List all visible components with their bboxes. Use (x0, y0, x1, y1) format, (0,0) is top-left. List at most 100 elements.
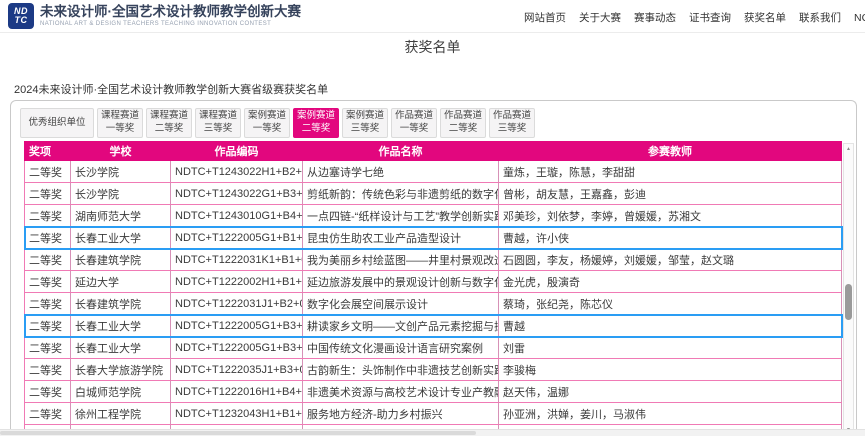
table-row: 二等奖长沙学院NDTC+T1243022H1+B2+002从边塞诗学七绝童炼，王… (25, 161, 842, 183)
tab[interactable]: 优秀组织单位 (20, 108, 94, 138)
code-cell: NDTC+T1243022G1+B3+002 (171, 183, 303, 205)
horizontal-scrollbar[interactable] (0, 429, 865, 436)
table-row: 二等奖长春建筑学院NDTC+T1222031K1+B1+002我为美丽乡村绘蓝图… (25, 249, 842, 271)
title-cell: 昆虫仿生助农工业产品造型设计 (303, 227, 499, 249)
column-header: 学校 (71, 142, 171, 161)
title-cell: 中国传统文化漫画设计语言研究案例 (303, 337, 499, 359)
vertical-scrollbar-thumb[interactable] (845, 284, 852, 320)
tab[interactable]: 课程赛道三等奖 (195, 108, 241, 138)
tab-label: 作品赛道 (444, 110, 482, 123)
teachers-cell: 童炼，王璇，陈慧，李甜甜 (499, 161, 842, 183)
code-cell: NDTC+T1222005G1+B3+005 (171, 315, 303, 337)
table-header-row: 奖项学校作品编码作品名称参赛教师 (25, 142, 842, 161)
school-cell: 延边大学 (71, 271, 171, 293)
title-cell: 一点四链-“纸样设计与工艺”教学创新实践 (303, 205, 499, 227)
award-cell: 二等奖 (25, 293, 71, 315)
tab-label: 一等奖 (253, 123, 282, 136)
logo-icon-bottom: TC (15, 16, 28, 25)
teachers-cell: 石圆圆，李友，杨媛婷，刘媛媛，邹莹，赵文璐 (499, 249, 842, 271)
awards-panel: 优秀组织单位课程赛道一等奖课程赛道二等奖课程赛道三等奖案例赛道一等奖案例赛道二等… (10, 100, 857, 436)
code-cell: NDTC+T1243022H1+B2+002 (171, 161, 303, 183)
logo-text: 未来设计师·全国艺术设计教师教学创新大赛 NATIONAL ART & DESI… (40, 5, 301, 28)
awards-table-wrap: 奖项学校作品编码作品名称参赛教师 二等奖长沙学院NDTC+T1243022H1+… (24, 141, 840, 436)
award-cell: 二等奖 (25, 205, 71, 227)
school-cell: 长沙学院 (71, 183, 171, 205)
teachers-cell: 曹越 (499, 315, 842, 337)
main-nav: 网站首页关于大赛赛事动态证书查询获奖名单联系我们 NCDA大赛 (524, 10, 865, 25)
nav-item[interactable]: 网站首页 (524, 10, 566, 25)
award-cell: 二等奖 (25, 227, 71, 249)
table-row: 二等奖长春工业大学NDTC+T1222005G1+B3+005耕读家乡文明——文… (25, 315, 842, 337)
code-cell: NDTC+T1222031K1+B1+002 (171, 249, 303, 271)
table-row: 二等奖徐州工程学院NDTC+T1232043H1+B1+001服务地方经济-助力… (25, 403, 842, 425)
tab-label: 优秀组织单位 (28, 117, 85, 130)
list-subtitle: 2024未来设计师·全国艺术设计教师教学创新大赛省级赛获奖名单 (14, 81, 328, 97)
teachers-cell: 曹越，许小侠 (499, 227, 842, 249)
tab-label: 课程赛道 (101, 110, 139, 123)
award-cell: 二等奖 (25, 271, 71, 293)
award-cell: 二等奖 (25, 183, 71, 205)
award-cell: 二等奖 (25, 403, 71, 425)
nav-item[interactable]: NCDA大赛 (854, 10, 865, 25)
code-cell: NDTC+T1222005G1+B1+001 (171, 227, 303, 249)
teachers-cell: 孙亚洲，洪婵，姜川，马淑伟 (499, 403, 842, 425)
code-cell: NDTC+T1222002H1+B1+002 (171, 271, 303, 293)
award-cell: 二等奖 (25, 359, 71, 381)
table-row: 二等奖长春工业大学NDTC+T1222005G1+B3+001中国传统文化漫画设… (25, 337, 842, 359)
tab[interactable]: 作品赛道一等奖 (391, 108, 437, 138)
logo-icon: ND TC (8, 3, 34, 29)
table-row: 二等奖长春建筑学院NDTC+T1222031J1+B2+001数字化会展空间展示… (25, 293, 842, 315)
table-row: 二等奖湖南师范大学NDTC+T1243010G1+B4+001一点四链-“纸样设… (25, 205, 842, 227)
table-body: 二等奖长沙学院NDTC+T1243022H1+B2+002从边塞诗学七绝童炼，王… (25, 161, 842, 436)
table-row: 二等奖长春大学旅游学院NDTC+T1222035J1+B3+001古韵新生：头饰… (25, 359, 842, 381)
nav-item[interactable]: 关于大赛 (579, 10, 621, 25)
column-header: 作品编码 (171, 142, 303, 161)
tab-label: 三等奖 (204, 123, 233, 136)
column-header: 参赛教师 (499, 142, 842, 161)
nav-item[interactable]: 联系我们 (799, 10, 841, 25)
table-row: 二等奖延边大学NDTC+T1222002H1+B1+002延边旅游发展中的景观设… (25, 271, 842, 293)
vertical-scrollbar[interactable]: ▲ ▼ (843, 143, 854, 436)
award-cell: 二等奖 (25, 381, 71, 403)
horizontal-scrollbar-thumb[interactable] (0, 431, 476, 435)
school-cell: 长春大学旅游学院 (71, 359, 171, 381)
tab-label: 作品赛道 (493, 110, 531, 123)
teachers-cell: 刘雷 (499, 337, 842, 359)
school-cell: 长春工业大学 (71, 227, 171, 249)
title-cell: 耕读家乡文明——文创产品元素挖掘与探索 (303, 315, 499, 337)
tab[interactable]: 案例赛道二等奖 (293, 108, 339, 138)
code-cell: NDTC+T1222031J1+B2+001 (171, 293, 303, 315)
tab[interactable]: 作品赛道三等奖 (489, 108, 535, 138)
title-cell: 我为美丽乡村绘蓝图——井里村景观改造设计 (303, 249, 499, 271)
school-cell: 长春工业大学 (71, 337, 171, 359)
nav-item[interactable]: 赛事动态 (634, 10, 676, 25)
tab[interactable]: 案例赛道三等奖 (342, 108, 388, 138)
logo[interactable]: ND TC 未来设计师·全国艺术设计教师教学创新大赛 NATIONAL ART … (8, 3, 301, 29)
teachers-cell: 曾彬，胡友慧，王嘉鑫，彭迪 (499, 183, 842, 205)
title-cell: 服务地方经济-助力乡村振兴 (303, 403, 499, 425)
nav-item[interactable]: 证书查询 (689, 10, 731, 25)
tab[interactable]: 课程赛道一等奖 (97, 108, 143, 138)
table-row: 二等奖长沙学院NDTC+T1243022G1+B3+002剪纸新韵：传统色彩与非… (25, 183, 842, 205)
school-cell: 长沙学院 (71, 161, 171, 183)
code-cell: NDTC+T1243010G1+B4+001 (171, 205, 303, 227)
teachers-cell: 赵天伟，温娜 (499, 381, 842, 403)
tab[interactable]: 案例赛道一等奖 (244, 108, 290, 138)
tab-label: 案例赛道 (248, 110, 286, 123)
code-cell: NDTC+T1222016H1+B4+001 (171, 381, 303, 403)
tab[interactable]: 课程赛道二等奖 (146, 108, 192, 138)
scroll-up-icon[interactable]: ▲ (844, 144, 853, 154)
page-title: 获奖名单 (0, 37, 865, 57)
tab-label: 三等奖 (351, 123, 380, 136)
code-cell: NDTC+T1232043H1+B1+001 (171, 403, 303, 425)
nav-item[interactable]: 获奖名单 (744, 10, 786, 25)
tab[interactable]: 作品赛道二等奖 (440, 108, 486, 138)
tab-label: 一等奖 (400, 123, 429, 136)
code-cell: NDTC+T1222005G1+B3+001 (171, 337, 303, 359)
title-cell: 剪纸新韵：传统色彩与非遗剪纸的数字化创新 (303, 183, 499, 205)
tab-label: 二等奖 (302, 123, 331, 136)
code-cell: NDTC+T1222035J1+B3+001 (171, 359, 303, 381)
tab-label: 案例赛道 (346, 110, 384, 123)
column-header: 奖项 (25, 142, 71, 161)
teachers-cell: 金光虎，殷演奇 (499, 271, 842, 293)
